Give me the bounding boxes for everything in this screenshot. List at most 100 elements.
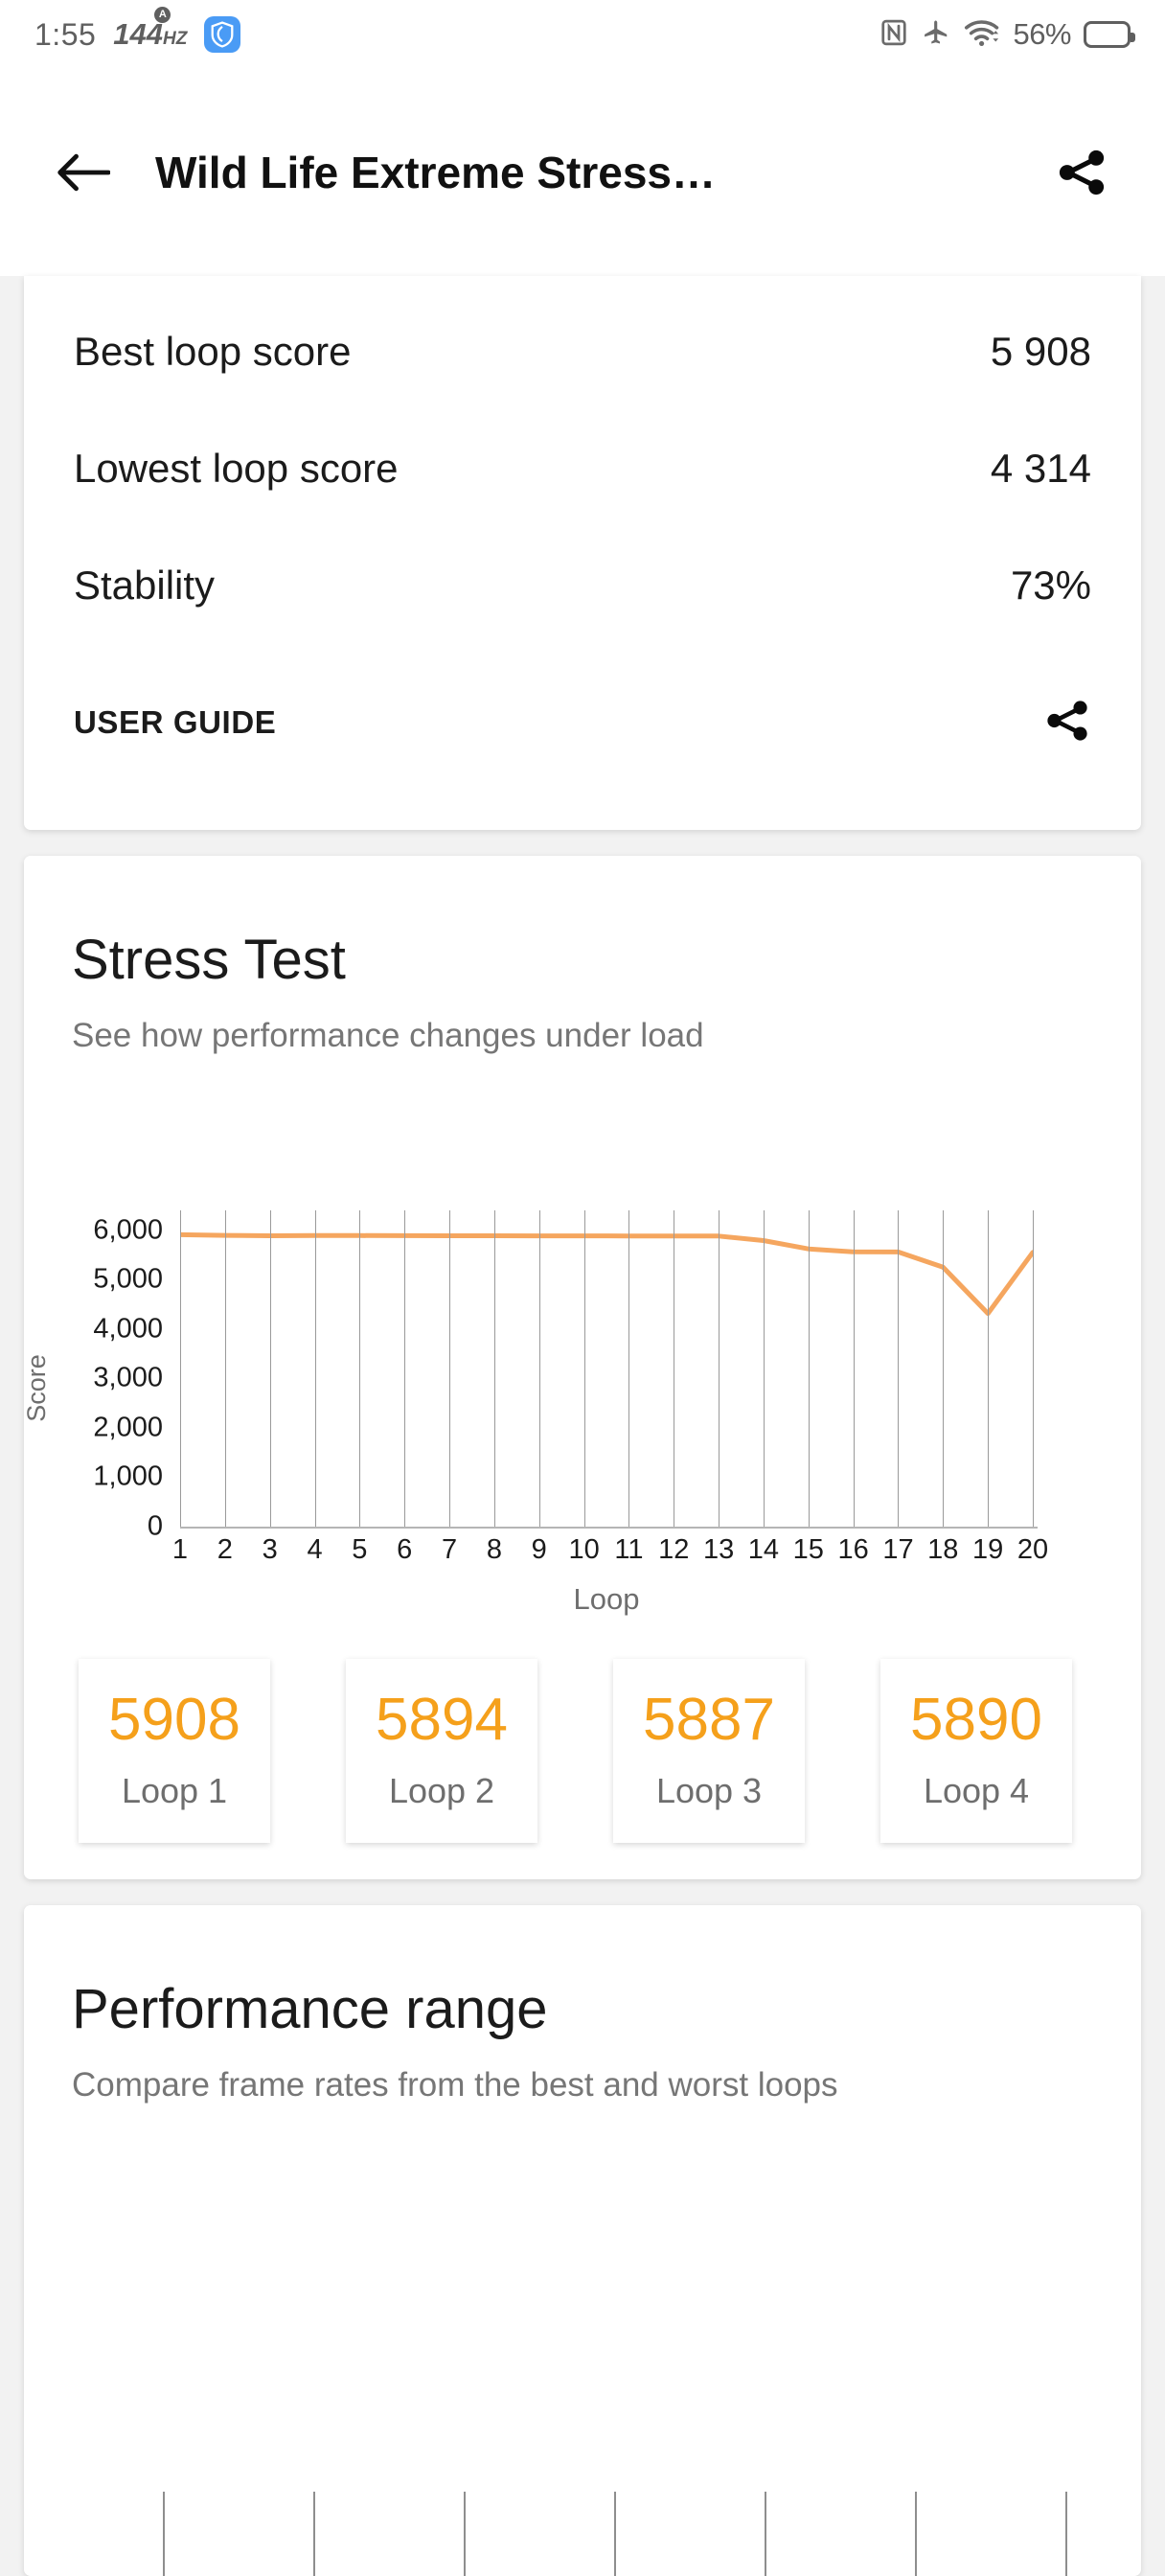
chart-gridline xyxy=(614,2492,616,2576)
loop-score-card[interactable]: 5908 Loop 1 xyxy=(79,1659,270,1843)
chart-gridline xyxy=(464,2492,466,2576)
chart-gridline xyxy=(404,1210,406,1527)
loop-score-label: Loop 1 xyxy=(121,1771,228,1810)
status-bar-left: 1:55 144HZ A xyxy=(34,7,241,53)
chart-gridline xyxy=(493,1210,495,1527)
loop-score-value: 5894 xyxy=(376,1687,508,1753)
chart-gridline xyxy=(808,1210,810,1527)
chart-gridline xyxy=(765,2492,766,2576)
chart-gridline xyxy=(1033,1210,1034,1527)
chart-x-tick: 14 xyxy=(747,1534,780,1565)
clock: 1:55 xyxy=(34,16,97,52)
refresh-rate-unit: HZ xyxy=(163,29,188,49)
chart-x-tick: 2 xyxy=(217,1534,233,1565)
refresh-rate-auto-badge: A xyxy=(154,7,171,23)
chart-gridline xyxy=(224,1210,226,1527)
summary-value: 5 908 xyxy=(990,329,1091,374)
summary-row-best-loop-score: Best loop score 5 908 xyxy=(74,324,1091,380)
summary-label: Stability xyxy=(74,563,216,608)
chart-line-series xyxy=(180,1210,1033,1527)
chart-x-tick: 11 xyxy=(614,1534,644,1565)
loop-score-card[interactable]: 5890 Loop 4 xyxy=(880,1659,1072,1843)
summary-label: Lowest loop score xyxy=(74,446,399,491)
summary-label: Best loop score xyxy=(74,329,352,374)
page-title: Wild Life Extreme Stress… xyxy=(155,148,716,197)
chart-x-axis-line xyxy=(180,1527,1038,1529)
status-bar-right: 56% xyxy=(879,17,1135,52)
shield-icon xyxy=(204,16,241,53)
chart-x-tick: 7 xyxy=(441,1534,458,1565)
share-button[interactable] xyxy=(1046,137,1117,208)
chart-y-tick: 2,000 xyxy=(93,1412,163,1443)
refresh-rate-value: 144 xyxy=(113,17,164,51)
chart-x-tick: 20 xyxy=(1017,1534,1049,1565)
stress-test-subtitle: See how performance changes under load xyxy=(72,1017,704,1054)
chart-x-tick: 10 xyxy=(568,1534,600,1565)
chart-x-tick: 17 xyxy=(882,1534,914,1565)
summary-row-lowest-loop-score: Lowest loop score 4 314 xyxy=(74,441,1091,496)
chart-x-tick: 16 xyxy=(837,1534,869,1565)
chart-gridline xyxy=(269,1210,271,1527)
loop-score-value: 5890 xyxy=(910,1687,1042,1753)
chart-y-tick: 4,000 xyxy=(93,1313,163,1345)
loop-score-value: 5908 xyxy=(108,1687,240,1753)
chart-gridline xyxy=(943,1210,945,1527)
chart-gridline xyxy=(583,1210,585,1527)
battery-icon xyxy=(1084,21,1135,48)
stress-test-title: Stress Test xyxy=(72,929,346,991)
user-guide-label[interactable]: USER GUIDE xyxy=(74,704,276,741)
performance-range-card: Performance range Compare frame rates fr… xyxy=(24,1905,1141,2576)
loop-score-label: Loop 2 xyxy=(388,1771,495,1810)
chart-gridline xyxy=(853,1210,855,1527)
chart-x-tick: 5 xyxy=(352,1534,368,1565)
chart-x-tick: 1 xyxy=(171,1534,189,1565)
chart-x-tick: 6 xyxy=(397,1534,413,1565)
chart-gridline xyxy=(1065,2492,1067,2576)
chart-x-tick: 18 xyxy=(927,1534,959,1565)
chart-y-tick: 3,000 xyxy=(93,1362,163,1393)
chart-gridline xyxy=(180,1210,181,1527)
chart-gridline xyxy=(763,1210,765,1527)
summary-value: 73% xyxy=(1010,563,1091,608)
chart-x-tick: 15 xyxy=(792,1534,824,1565)
summary-card: Best loop score 5 908 Lowest loop score … xyxy=(24,276,1141,830)
user-guide-row[interactable]: USER GUIDE xyxy=(74,693,1091,752)
loop-score-label: Loop 3 xyxy=(655,1771,763,1810)
chart-y-tick: 6,000 xyxy=(93,1214,163,1246)
summary-row-stability: Stability 73% xyxy=(74,558,1091,613)
loop-score-label: Loop 4 xyxy=(923,1771,1030,1810)
summary-value: 4 314 xyxy=(990,446,1091,491)
chart-gridline xyxy=(915,2492,917,2576)
chart-x-tick: 3 xyxy=(262,1534,278,1565)
performance-range-title: Performance range xyxy=(72,1978,548,2040)
stress-test-card: Stress Test See how performance changes … xyxy=(22,856,1141,1879)
chart-x-tick: 13 xyxy=(702,1534,735,1565)
chart-gridline xyxy=(449,1210,451,1527)
loop-score-value: 5887 xyxy=(643,1687,775,1753)
nfc-icon xyxy=(879,18,908,52)
chart-gridline xyxy=(313,2492,315,2576)
wifi-icon xyxy=(964,18,1000,52)
chart-plot-area xyxy=(180,1210,1033,1527)
loop-score-card[interactable]: 5894 Loop 2 xyxy=(346,1659,537,1843)
chart-gridline xyxy=(314,1210,316,1527)
loop-score-list[interactable]: 5908 Loop 1 5894 Loop 2 5887 Loop 3 5890 Loop 4 xyxy=(24,1651,1141,1852)
chart-y-tick: 0 xyxy=(147,1510,163,1542)
battery-percent: 56% xyxy=(1013,17,1071,51)
status-bar: 1:55 144HZ A 56% xyxy=(0,0,1165,69)
share-icon[interactable] xyxy=(1043,697,1091,749)
chart-x-tick: 9 xyxy=(531,1534,547,1565)
performance-range-subtitle: Compare frame rates from the best and wo… xyxy=(72,2066,838,2104)
scroll-container[interactable]: Best loop score 5 908 Lowest loop score … xyxy=(0,276,1165,2576)
chart-gridline xyxy=(538,1210,540,1527)
back-button[interactable] xyxy=(48,137,119,208)
screen-root: 1:55 144HZ A 56% Wild Life Extreme Stres… xyxy=(0,0,1165,2576)
loop-score-card[interactable]: 5887 Loop 3 xyxy=(613,1659,805,1843)
chart-gridline xyxy=(359,1210,361,1527)
app-bar: Wild Life Extreme Stress… xyxy=(0,69,1165,276)
chart-x-tick: 8 xyxy=(486,1534,502,1565)
refresh-rate-indicator: 144HZ A xyxy=(113,7,188,52)
chart-y-tick: 1,000 xyxy=(93,1460,163,1492)
chart-y-tick: 5,000 xyxy=(93,1263,163,1295)
chart-x-tick: 12 xyxy=(658,1534,690,1565)
